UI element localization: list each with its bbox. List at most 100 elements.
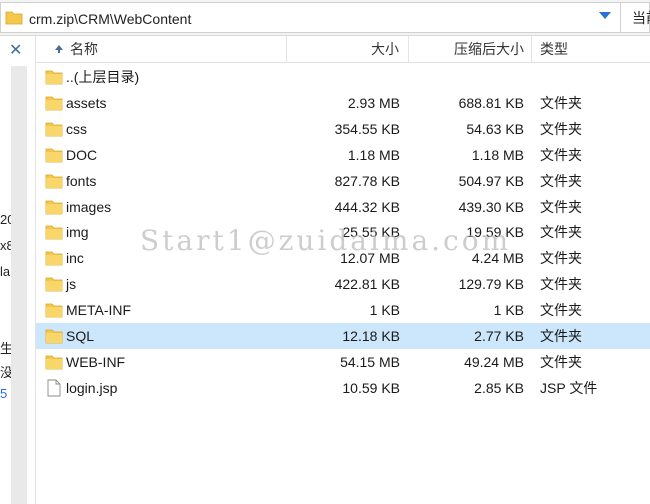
file-size: 444.32 KB [334, 198, 400, 215]
file-type: 文件夹 [540, 302, 582, 319]
file-name: META-INF [66, 302, 132, 319]
file-compressed-size: 504.97 KB [458, 172, 524, 189]
file-name: images [66, 198, 112, 215]
list-item[interactable]: assets 2.93 MB 688.81 KB 文件夹 [36, 90, 650, 116]
column-size-label: 大小 [371, 41, 399, 57]
list-item[interactable]: DOC 1.18 MB 1.18 MB 文件夹 [36, 142, 650, 168]
file-name: login.jsp [66, 379, 118, 396]
file-type: 文件夹 [540, 276, 582, 293]
file-name: inc [66, 250, 84, 267]
folder-icon [45, 122, 63, 137]
list-item[interactable]: js 422.81 KB 129.79 KB 文件夹 [36, 271, 650, 297]
column-name-label: 名称 [70, 41, 98, 57]
file-compressed-size: 19.59 KB [466, 224, 524, 241]
folder-icon [45, 96, 63, 111]
current-label[interactable]: 当前 [632, 8, 650, 28]
left-pane-text: 生 [0, 341, 11, 356]
folder-icon [45, 303, 63, 318]
file-type: 文件夹 [540, 250, 582, 267]
chevron-down-icon[interactable] [599, 12, 611, 19]
list-item[interactable]: WEB-INF 54.15 MB 49.24 MB 文件夹 [36, 349, 650, 375]
address-bar: crm.zip\CRM\WebContent 当前 [0, 0, 650, 36]
list-item[interactable]: META-INF 1 KB 1 KB 文件夹 [36, 297, 650, 323]
file-size: 12.18 KB [342, 328, 400, 344]
file-name: assets [66, 94, 107, 111]
folder-icon [45, 225, 63, 240]
list-item[interactable]: css 354.55 KB 54.63 KB 文件夹 [36, 116, 650, 142]
file-size: 2.93 MB [347, 94, 400, 111]
left-pane: ✕ 20 x8 la 生 没 5 [0, 36, 36, 504]
list-item[interactable]: SQL 12.18 KB 2.77 KB 文件夹 [36, 323, 650, 349]
column-divider[interactable] [531, 36, 532, 62]
scrollbar[interactable] [11, 66, 27, 504]
file-compressed-size: 1.18 MB [471, 146, 524, 163]
file-type: 文件夹 [540, 328, 582, 344]
file-name: img [66, 224, 89, 241]
folder-icon [45, 200, 63, 214]
file-type: 文件夹 [540, 94, 582, 111]
list-item[interactable]: images 444.32 KB 439.30 KB 文件夹 [36, 194, 650, 220]
folder-icon [45, 277, 63, 292]
column-header-type[interactable]: 类型 [540, 36, 650, 62]
file-compressed-size: 1 KB [493, 302, 524, 319]
file-compressed-size: 2.85 KB [474, 379, 524, 396]
file-size: 10.59 KB [342, 379, 400, 396]
file-name: SQL [66, 328, 95, 344]
file-compressed-size: 439.30 KB [458, 198, 524, 215]
file-compressed-size: 49.24 MB [464, 353, 524, 370]
file-size: 12.07 MB [340, 250, 400, 267]
file-name: DOC [66, 146, 98, 163]
list-item[interactable]: login.jsp 10.59 KB 2.85 KB JSP 文件 [36, 375, 650, 401]
column-compressed-label: 压缩后大小 [454, 41, 524, 57]
list-item[interactable]: img 25.55 KB 19.59 KB 文件夹 [36, 219, 650, 245]
file-compressed-size: 2.77 KB [474, 328, 524, 344]
address-field[interactable]: crm.zip\CRM\WebContent [0, 2, 621, 33]
file-type: 文件夹 [540, 198, 582, 215]
folder-icon [45, 174, 63, 188]
list-item[interactable]: fonts 827.78 KB 504.97 KB 文件夹 [36, 168, 650, 194]
file-compressed-size: 688.81 KB [458, 94, 524, 111]
file-size: 54.15 MB [340, 353, 400, 370]
file-type: 文件夹 [540, 146, 582, 163]
left-pane-text: x8 [0, 238, 11, 253]
left-pane-text: la [0, 264, 11, 279]
sort-stem [58, 49, 60, 53]
file-type: 文件夹 [540, 120, 582, 137]
left-pane-text: 没 [0, 365, 11, 380]
file-name: fonts [66, 172, 97, 189]
address-path[interactable]: crm.zip\CRM\WebContent [29, 11, 191, 27]
file-icon [47, 379, 61, 397]
file-size: 1 KB [369, 302, 400, 319]
column-header: 名称 大小 压缩后大小 类型 [36, 36, 650, 63]
file-size: 354.55 KB [334, 120, 400, 137]
file-name: js [66, 276, 77, 293]
column-header-compressed[interactable]: 压缩后大小 [409, 36, 531, 62]
file-type: 文件夹 [540, 224, 582, 241]
file-size: 1.18 MB [347, 146, 400, 163]
file-type: 文件夹 [540, 172, 582, 189]
file-name: ..(上层目录) [66, 69, 140, 85]
folder-icon [45, 329, 63, 344]
folder-icon [5, 11, 23, 25]
column-header-size[interactable]: 大小 [287, 36, 407, 62]
folder-icon [45, 148, 63, 163]
close-icon[interactable]: ✕ [9, 40, 22, 60]
list-item[interactable]: ..(上层目录) [36, 64, 650, 90]
file-size: 827.78 KB [334, 172, 400, 189]
file-type: JSP 文件 [540, 379, 598, 396]
folder-icon [45, 70, 63, 85]
file-name: css [66, 120, 87, 137]
file-compressed-size: 129.79 KB [458, 276, 524, 293]
list-item[interactable]: inc 12.07 MB 4.24 MB 文件夹 [36, 245, 650, 271]
column-header-name[interactable]: 名称 [36, 36, 286, 62]
file-size: 422.81 KB [334, 276, 400, 293]
file-type: 文件夹 [540, 353, 582, 370]
folder-icon [45, 355, 63, 370]
file-size: 25.55 KB [342, 224, 400, 241]
left-pane-text: 20 [0, 212, 11, 227]
left-pane-text: 5 [0, 386, 8, 401]
column-type-label: 类型 [540, 41, 568, 57]
file-name: WEB-INF [66, 353, 126, 370]
folder-icon [45, 251, 63, 266]
file-compressed-size: 4.24 MB [471, 250, 524, 267]
